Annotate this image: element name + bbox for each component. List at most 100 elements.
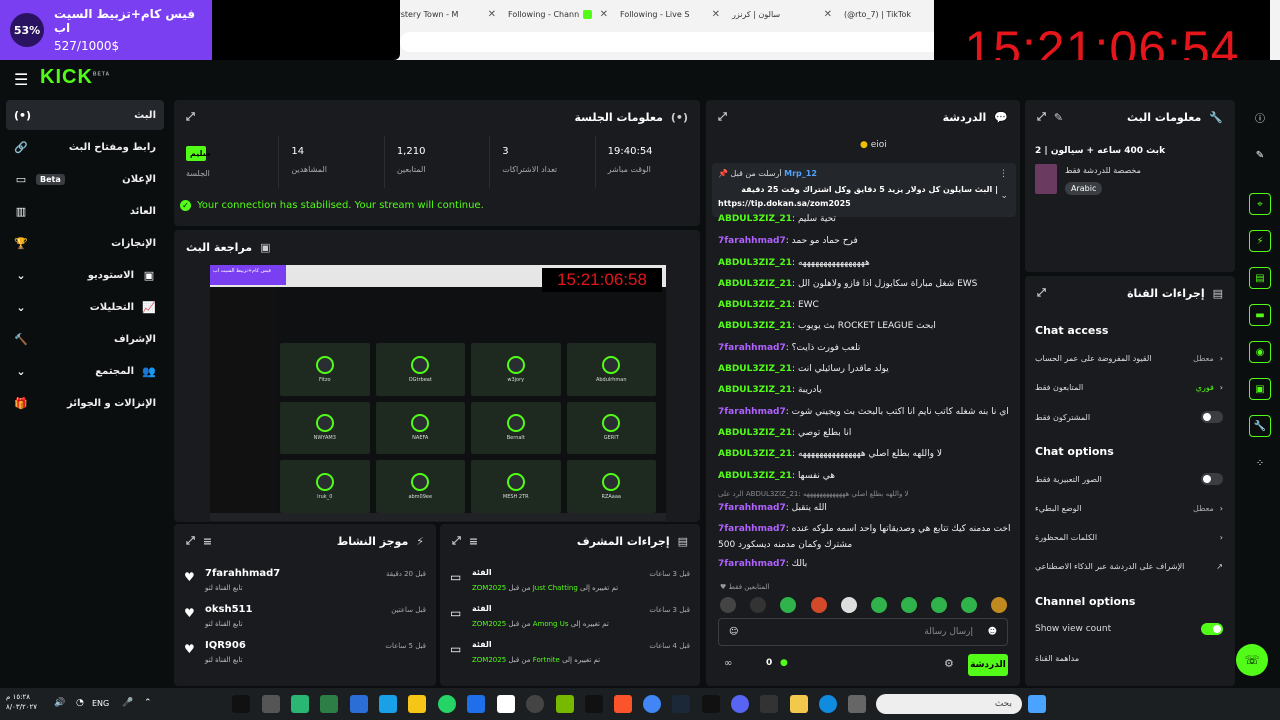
filter-icon[interactable]: ≡ [469, 535, 478, 548]
close-icon[interactable]: ✕ [712, 9, 720, 20]
expand-icon[interactable]: ⤢ [452, 534, 461, 548]
raid-channel[interactable]: مداهمة القناة [1035, 649, 1223, 667]
browser-tab[interactable]: سالون | كرنزر ✕ [726, 4, 838, 24]
chevron-up-icon[interactable]: ⌃ [144, 698, 152, 708]
setting-emote-only[interactable]: الصور التعبيرية فقط [1035, 470, 1223, 488]
close-icon[interactable]: ✕ [600, 9, 608, 20]
show-view-count-toggle[interactable] [1201, 623, 1223, 635]
info-icon[interactable]: ⓘ [1249, 106, 1271, 128]
close-icon[interactable]: ✕ [488, 9, 496, 20]
epic-games-icon[interactable] [232, 695, 250, 713]
browser-tab[interactable]: Following - Chann ✕ [502, 4, 614, 24]
emote[interactable] [750, 597, 766, 613]
emote[interactable] [931, 597, 947, 613]
setting-subscribers-only[interactable]: المشتركون فقط [1035, 408, 1223, 426]
app-icon[interactable] [760, 695, 778, 713]
sidebar-item-community[interactable]: ⌄ المجتمع 👥 [6, 356, 164, 386]
lightning-icon[interactable]: ⚡ [1249, 230, 1271, 252]
more-icon[interactable]: ⋮ [999, 169, 1008, 179]
expand-icon[interactable]: ⤢ [186, 110, 195, 124]
app-icon[interactable] [467, 695, 485, 713]
chat-input[interactable]: ☺ إرسال رسالة ☻ [718, 618, 1008, 646]
stream-category[interactable]: مخصصة للدردشة فقط [1065, 166, 1141, 175]
hamburger-menu-icon[interactable]: ☰ [14, 70, 28, 89]
pinned-message[interactable]: 📌 أرسلت من قبل Mrp_12 البث سايلون كل دول… [712, 163, 1016, 217]
url-bar[interactable] [400, 32, 940, 52]
setting-slow-mode[interactable]: الوضع البطيء معطل › [1035, 499, 1223, 517]
setting-show-view-count[interactable]: Show view count [1035, 620, 1223, 638]
taskbar-clock[interactable]: ١٥:٢٨ م ٨/٠٣/٢٠٢٧ [6, 692, 37, 712]
gear-icon[interactable]: ⚙ [944, 657, 954, 670]
mic-icon[interactable]: 🎤 [122, 698, 133, 708]
id-card-icon[interactable]: ▣ [1249, 378, 1271, 400]
volume-icon[interactable]: 🔊 [54, 698, 65, 708]
emote[interactable] [991, 597, 1007, 613]
expand-icon[interactable]: ⤢ [1037, 286, 1046, 300]
emote[interactable] [901, 597, 917, 613]
edit-icon[interactable]: ✎ [1249, 144, 1271, 166]
setting-account-age[interactable]: القيود المفروضة على عمر الحساب معطل › [1035, 349, 1223, 367]
sidebar-item-studio[interactable]: ⌄ الاستوديو ▣ [6, 260, 164, 290]
taskbar-search[interactable]: بحث [876, 694, 1022, 714]
sidebar-item-ads[interactable]: ▭ Beta الإعلان [6, 164, 164, 194]
app-icon[interactable] [291, 695, 309, 713]
stream-preview[interactable]: فيس كام+تزبيط السيت اب 15:21:06:58 Fitzo… [210, 265, 666, 521]
file-explorer-icon[interactable] [790, 695, 808, 713]
app-icon[interactable] [497, 695, 515, 713]
sidebar-item-stream-key[interactable]: 🔗 رابط ومفتاح البث [6, 132, 164, 162]
nvidia-icon[interactable] [556, 695, 574, 713]
emote[interactable] [961, 597, 977, 613]
chrome-icon[interactable] [643, 695, 661, 713]
kick-icon[interactable] [702, 695, 720, 713]
steam-icon[interactable] [672, 695, 690, 713]
expand-icon[interactable]: ⤢ [718, 110, 727, 124]
brave-icon[interactable] [614, 695, 632, 713]
edge-icon[interactable] [819, 695, 837, 713]
sidebar-item-achievements[interactable]: 🏆 الإنجازات [6, 228, 164, 258]
emote[interactable] [780, 597, 796, 613]
category-thumbnail[interactable] [1035, 164, 1057, 194]
kick-logo[interactable]: KICKBETA [40, 66, 110, 89]
subscribers-only-toggle[interactable] [1201, 411, 1223, 423]
app-icon[interactable] [350, 695, 368, 713]
emote[interactable] [720, 597, 736, 613]
close-icon[interactable]: ✕ [824, 9, 832, 20]
sidebar-item-drops[interactable]: 🎁 الإنزالات و الجوائز [6, 388, 164, 418]
epic-games-icon[interactable] [585, 695, 603, 713]
expand-icon[interactable]: ⤢ [186, 534, 195, 548]
broadcast-icon[interactable]: ◉ [1249, 341, 1271, 363]
obs-icon[interactable] [526, 695, 544, 713]
setting-banned-words[interactable]: الكلمات المحظورة › [1035, 528, 1223, 546]
settings-app-icon[interactable] [262, 695, 280, 713]
task-view-icon[interactable] [848, 695, 866, 713]
browser-tab[interactable]: Following - Live S ✕ [614, 4, 726, 24]
emote[interactable] [841, 597, 857, 613]
expand-icon[interactable]: ⤢ [1037, 110, 1046, 124]
edit-icon[interactable]: ✎ [1054, 111, 1063, 124]
smiley-icon[interactable]: ☻ [988, 627, 997, 637]
infinity-icon[interactable]: ∞ [724, 658, 732, 669]
windows-start-icon[interactable] [1028, 695, 1046, 713]
whatsapp-icon[interactable] [438, 695, 456, 713]
document-icon[interactable]: ▤ [1249, 267, 1271, 289]
app-icon[interactable] [379, 695, 397, 713]
apps-icon[interactable]: ⁘ [1249, 452, 1271, 474]
wifi-icon[interactable]: ◔ [76, 698, 84, 708]
sidebar-item-moderation[interactable]: 🔨 الإشراف [6, 324, 164, 354]
target-icon[interactable]: ⌖ [1249, 193, 1271, 215]
sidebar-item-revenue[interactable]: ▥ العائد [6, 196, 164, 226]
emoji-icon[interactable]: ☺ [729, 627, 738, 637]
sidebar-item-analytics[interactable]: ⌄ التحليلات 📈 [6, 292, 164, 322]
filter-icon[interactable]: ≡ [203, 535, 212, 548]
setting-followers-only[interactable]: المتابعون فقط فوري › [1035, 378, 1223, 396]
send-chat-button[interactable]: الدردشة [968, 654, 1008, 676]
language-indicator[interactable]: ENG [92, 699, 109, 708]
browser-tab[interactable]: ystery Town - M ✕ [390, 4, 502, 24]
wrench-icon[interactable]: 🔧 [1249, 415, 1271, 437]
emote[interactable] [811, 597, 827, 613]
support-icon[interactable]: ☏ [1236, 644, 1268, 676]
app-icon[interactable] [320, 695, 338, 713]
chat-icon[interactable]: ▬ [1249, 304, 1271, 326]
emote-only-toggle[interactable] [1201, 473, 1223, 485]
emote[interactable] [871, 597, 887, 613]
